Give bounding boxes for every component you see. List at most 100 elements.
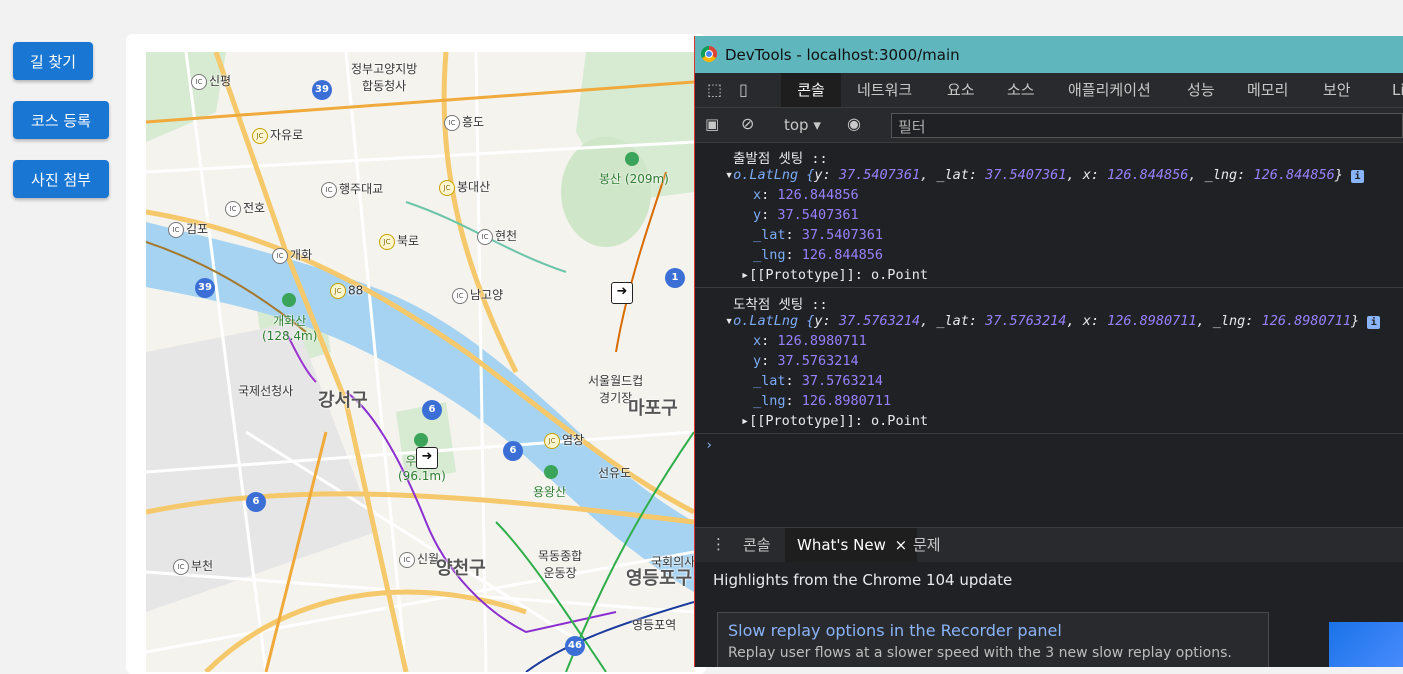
devtools-tabbar: ⬚ ▯ 콘솔 네트워크 요소 소스 애플리케이션 성능 메모리 보안 Li [695, 73, 1403, 108]
jc-badge: JC [439, 179, 455, 196]
whats-new-heading: Highlights from the Chrome 104 update [713, 571, 1013, 589]
label-gaehwa: IC 개화 [272, 246, 312, 264]
inspect-element-icon[interactable]: ⬚ [707, 80, 722, 99]
end-marker-icon[interactable]: ➜ [416, 447, 438, 469]
devtools-window: DevTools - localhost:3000/main ⬚ ▯ 콘솔 네트… [694, 36, 1403, 667]
log-end-object[interactable]: ▾o.LatLng {y: 37.5763214, _lat: 37.57632… [725, 313, 1381, 329]
label-airport: 국제선청사 [238, 384, 294, 398]
ic-badge: IC [173, 558, 189, 575]
register-course-button[interactable]: 코스 등록 [13, 101, 109, 139]
prop-lng: _lng: 126.8980711 [753, 393, 892, 409]
ic-badge: IC [191, 73, 207, 90]
devtools-titlebar[interactable]: DevTools - localhost:3000/main [695, 36, 1403, 73]
ic-badge: IC [168, 221, 184, 238]
prop-x: x: 126.8980711 [753, 333, 867, 349]
prop-y: y: 37.5763214 [753, 353, 859, 369]
label-mokdong: 목동종합 운동장 [538, 549, 583, 580]
label-mapo: 마포구 [628, 398, 678, 419]
ic-badge: IC [444, 114, 460, 131]
clear-console-icon[interactable]: ⊘ [741, 114, 754, 133]
label-haengju: IC 행주대교 [321, 180, 383, 198]
label-gangseo: 강서구 [318, 390, 368, 411]
ic-badge: IC [399, 551, 415, 568]
tab-network[interactable]: 네트워크 [855, 73, 914, 107]
jc-badge: JC [544, 432, 560, 449]
prop-prototype[interactable]: ▸[[Prototype]]: o.Point [741, 413, 928, 429]
console-prompt[interactable]: › [705, 437, 713, 453]
tab-lighthouse[interactable]: Li [1390, 73, 1403, 107]
label-jc88: JC 88 [330, 283, 363, 299]
mountain-icon [544, 465, 558, 479]
tab-console[interactable]: 콘솔 [781, 73, 841, 107]
label-heungdo: IC 흥도 [444, 113, 484, 131]
label-yeongdeungpo: 영등포구 [626, 568, 693, 589]
label-ydp-station: 영등포역 [632, 618, 677, 632]
tab-sources[interactable]: 소스 [1005, 73, 1037, 107]
prop-lat: _lat: 37.5407361 [753, 227, 884, 243]
label-gimpo: IC 김포 [168, 220, 208, 238]
device-toolbar-icon[interactable]: ▯ [739, 80, 748, 99]
drawer-tab-console[interactable]: 콘솔 [741, 528, 773, 562]
label-jeonho: IC 전호 [225, 199, 265, 217]
label-gaehwasan: 개화산 (128.4m) [262, 314, 318, 343]
tab-performance[interactable]: 성능 [1185, 73, 1217, 107]
map[interactable]: 정부고양지방 합동청사 IC 신평 JC 자유로 IC 흥도 봉산 (209m) IC… [146, 52, 694, 672]
label-namgoyang: IC 남고양 [452, 286, 503, 304]
mountain-icon [282, 293, 296, 307]
jc-badge: JC [330, 283, 346, 299]
label-seonyudo: 선유도 [598, 466, 632, 480]
label-yongwangsan: 용왕산 [533, 485, 567, 499]
tab-security[interactable]: 보안 [1321, 73, 1353, 107]
ic-badge: IC [452, 287, 468, 304]
route-shield: 46 [565, 636, 585, 656]
whats-new-panel: Highlights from the Chrome 104 update Sl… [695, 562, 1403, 667]
sidebar-toggle-icon[interactable]: ▣ [705, 115, 719, 133]
log-end-label: 도착점 셋팅 :: [733, 297, 828, 313]
label-bongdaesan: JC 봉대산 [439, 178, 490, 196]
context-selector[interactable]: top ▾ [784, 116, 821, 134]
label-hyeoncheon: IC 현천 [477, 227, 517, 245]
drawer-tab-whats-new[interactable]: What's New × [785, 528, 918, 562]
tab-memory[interactable]: 메모리 [1245, 73, 1290, 107]
jc-badge: JC [379, 233, 395, 250]
route-shield: 6 [503, 441, 523, 461]
prop-prototype[interactable]: ▸[[Prototype]]: o.Point [741, 267, 928, 283]
label-bongsan: 봉산 (209m) [599, 172, 669, 186]
devtools-window-title: DevTools - localhost:3000/main [725, 46, 960, 64]
tab-elements[interactable]: 요소 [945, 73, 977, 107]
tab-application[interactable]: 애플리케이션 [1066, 73, 1153, 107]
route-shield: 6 [246, 492, 266, 512]
whats-new-label: What's New [797, 536, 886, 554]
browser-top-area [0, 0, 1403, 34]
drawer-tabbar: ⋮ 콘솔 What's New × 문제 [695, 527, 1403, 563]
drawer-menu-icon[interactable]: ⋮ [711, 535, 726, 553]
route-shield: 1 [665, 268, 685, 288]
close-icon[interactable]: × [895, 536, 908, 554]
card-title[interactable]: Slow replay options in the Recorder pane… [728, 621, 1062, 640]
eye-icon[interactable]: ◉ [847, 114, 861, 133]
attach-photo-button[interactable]: 사진 첨부 [13, 160, 109, 198]
chrome-logo-icon [701, 46, 717, 62]
route-shield: 39 [312, 80, 332, 100]
whats-new-card[interactable]: Slow replay options in the Recorder pane… [717, 612, 1269, 667]
prop-lng: _lng: 126.844856 [753, 247, 884, 263]
label-bukro: JC 북로 [379, 232, 419, 250]
filter-input[interactable]: 필터 [891, 113, 1403, 138]
mountain-icon [414, 433, 428, 447]
console-toolbar: ▣ ⊘ top ▾ ◉ 필터 [695, 108, 1403, 143]
drawer-tab-issues[interactable]: 문제 [911, 528, 943, 562]
label-yeomchang: JC 염창 [544, 431, 584, 449]
route-shield: 39 [195, 278, 215, 298]
console-output: 출발점 셋팅 :: ▾o.LatLng {y: 37.5407361, _lat… [695, 143, 1403, 527]
start-marker-icon[interactable]: ➜ [611, 282, 633, 304]
ic-badge: IC [321, 181, 337, 198]
mountain-icon [625, 152, 639, 166]
ic-badge: IC [225, 200, 241, 217]
ic-badge: IC [477, 228, 493, 245]
find-route-button[interactable]: 길 찾기 [13, 42, 93, 80]
feature-thumbnail [1329, 622, 1403, 667]
prop-lat: _lat: 37.5763214 [753, 373, 884, 389]
log-start-object[interactable]: ▾o.LatLng {y: 37.5407361, _lat: 37.54073… [725, 167, 1364, 183]
label-bucheon: IC 부천 [173, 557, 213, 575]
label-sinpyeong: IC 신평 [191, 72, 231, 90]
